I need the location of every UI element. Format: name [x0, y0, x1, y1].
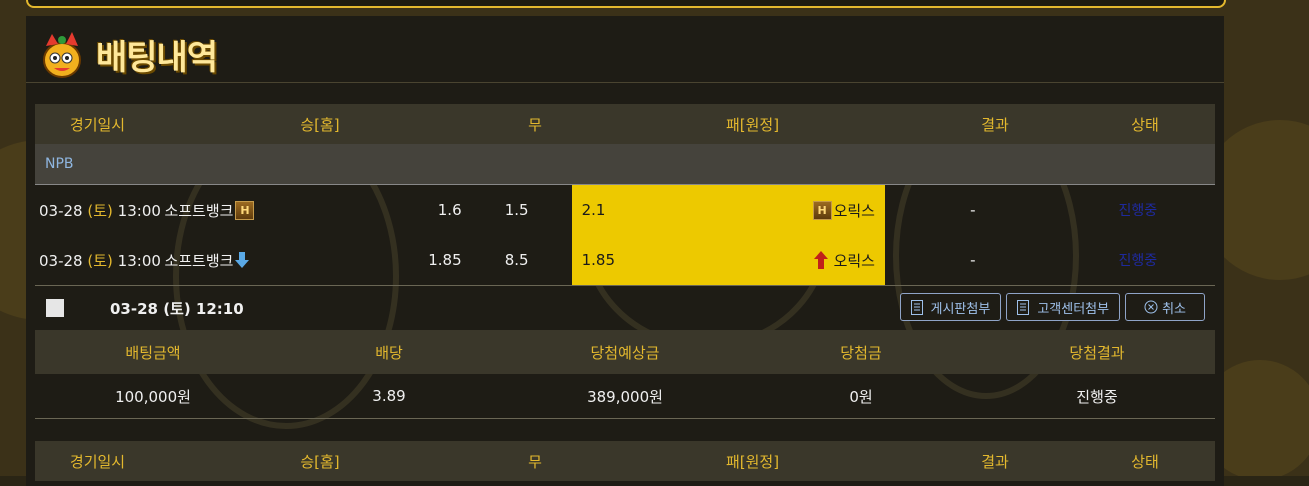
down-arrow-icon: [235, 252, 250, 268]
board-attach-button[interactable]: 게시판첨부: [899, 293, 1002, 321]
handicap-icon: H: [235, 200, 255, 220]
away-team-name: 오릭스: [833, 251, 875, 270]
table-header: 경기일시 승[홈] 무 패[원정] 결과 상태: [35, 104, 1215, 144]
away-odds: 1.85: [581, 251, 616, 269]
away-odds-selected[interactable]: 1.85 오릭스: [571, 235, 885, 285]
bet-amount: 100,000원: [115, 387, 191, 406]
header-date: 경기일시: [69, 452, 126, 471]
summary-header-odds: 배당: [375, 343, 403, 362]
game-status: 진행중: [1118, 253, 1158, 269]
away-odds: 2.1: [581, 201, 606, 219]
away-odds-selected[interactable]: 2.1 H 오릭스: [571, 185, 885, 235]
document-icon: [1017, 299, 1030, 315]
game-date: 03-28: [39, 251, 83, 270]
bet-slip: 경기일시 승[홈] 무 패[원정] 결과 상태 NPB 03-28 (토) 13…: [35, 104, 1215, 419]
home-odds[interactable]: 1.85: [309, 251, 461, 269]
header-away: 패[원정]: [725, 452, 780, 471]
summary-header-winnings: 당첨금: [840, 343, 882, 362]
support-attach-label: 고객센터첨부: [1037, 301, 1110, 317]
top-frame-border: [26, 0, 1226, 8]
away-team: H 오릭스: [812, 200, 875, 221]
game-date: 03-28: [39, 201, 83, 220]
select-checkbox[interactable]: [46, 299, 64, 317]
header-status: 상태: [1131, 452, 1159, 471]
header-result: 결과: [981, 452, 1009, 471]
game-result: -: [970, 201, 976, 219]
game-time: 13:00: [117, 201, 161, 220]
mascot-icon: [43, 32, 81, 78]
game-day: (토): [87, 251, 113, 270]
home-team-name: 소프트뱅크: [164, 201, 234, 220]
header-draw: 무: [528, 452, 542, 471]
header-draw: 무: [528, 115, 542, 134]
home-team[interactable]: 소프트뱅크: [164, 250, 309, 271]
close-circle-icon: [1144, 300, 1158, 314]
document-icon: [910, 299, 923, 315]
up-arrow-icon: [813, 251, 828, 269]
league-label: NPB: [35, 144, 1215, 185]
action-buttons: 게시판첨부 고객센터첨부 취소: [899, 293, 1205, 321]
bet-outcome: 진행중: [1076, 387, 1118, 406]
game-day: (토): [87, 201, 113, 220]
bet-info-bar: 03-28 (토) 12:10 게시판첨부 고객센터첨부 취소: [35, 286, 1215, 330]
support-attach-button[interactable]: 고객센터첨부: [1006, 293, 1121, 321]
game-row: 03-28 (토) 13:00 소프트뱅크 1.85 8.5 1.85 오릭스 …: [35, 235, 1215, 285]
home-team[interactable]: 소프트뱅크 H: [164, 200, 309, 221]
game-datetime: 03-28 (토) 13:00: [35, 200, 164, 221]
header-away: 패[원정]: [725, 115, 780, 134]
board-attach-label: 게시판첨부: [930, 301, 991, 317]
game-status: 진행중: [1118, 203, 1158, 219]
total-odds: 3.89: [372, 387, 406, 405]
away-team-name: 오릭스: [833, 201, 875, 220]
title-divider: [26, 82, 1224, 83]
draw-odds[interactable]: 1.5: [462, 201, 572, 219]
summary-header-outcome: 당첨결과: [1069, 343, 1125, 362]
summary-header-amount: 배팅금액: [125, 343, 181, 362]
cancel-label: 취소: [1162, 301, 1186, 317]
summary-header-expected: 당첨예상금: [590, 343, 660, 362]
page-title: 배팅내역: [96, 37, 218, 78]
cancel-button[interactable]: 취소: [1125, 293, 1205, 321]
summary-row: 100,000원 3.89 389,000원 0원 진행중: [35, 374, 1215, 418]
home-team-name: 소프트뱅크: [164, 251, 234, 270]
game-datetime: 03-28 (토) 13:00: [35, 250, 164, 271]
bet-slip-next: 경기일시 승[홈] 무 패[원정] 결과 상태: [35, 441, 1215, 481]
header-status: 상태: [1131, 115, 1159, 134]
header-home: 승[홈]: [300, 452, 340, 471]
away-team: 오릭스: [813, 250, 875, 271]
game-time: 13:00: [117, 251, 161, 270]
draw-odds[interactable]: 8.5: [462, 251, 572, 269]
game-row: 03-28 (토) 13:00 소프트뱅크 H 1.6 1.5 2.1 H 오릭…: [35, 185, 1215, 235]
table-header: 경기일시 승[홈] 무 패[원정] 결과 상태: [35, 441, 1215, 481]
handicap-icon: H: [812, 200, 832, 220]
game-result: -: [970, 251, 976, 269]
expected-payout: 389,000원: [587, 387, 663, 406]
header-home: 승[홈]: [300, 115, 340, 134]
page-header: 배팅내역: [36, 28, 218, 80]
bet-datetime: 03-28 (토) 12:10: [110, 299, 244, 318]
header-date: 경기일시: [69, 115, 126, 134]
home-odds[interactable]: 1.6: [309, 201, 462, 219]
header-result: 결과: [981, 115, 1009, 134]
winnings: 0원: [849, 387, 873, 406]
row-divider: [35, 418, 1215, 419]
summary-header: 배팅금액 배당 당첨예상금 당첨금 당첨결과: [35, 330, 1215, 374]
